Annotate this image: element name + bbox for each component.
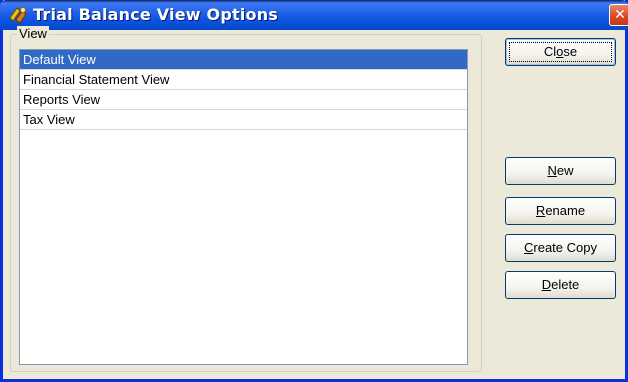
create-copy-button[interactable]: Create Copy <box>505 234 616 262</box>
delete-button[interactable]: Delete <box>505 271 616 299</box>
close-button-label: Close <box>543 44 578 59</box>
list-item-default-view[interactable]: Default View <box>20 50 467 70</box>
dialog-window: Trial Balance View Options ✕ View Defaul… <box>0 0 628 382</box>
delete-button-label: Delete <box>541 277 580 292</box>
list-item-financial-statement-view[interactable]: Financial Statement View <box>20 70 467 90</box>
new-button-label: New <box>547 163 574 178</box>
close-window-button[interactable]: ✕ <box>609 4 628 26</box>
close-icon: ✕ <box>614 7 626 23</box>
list-item-tax-view[interactable]: Tax View <box>20 110 467 130</box>
title-bar[interactable]: Trial Balance View Options ✕ <box>0 0 628 30</box>
window-title: Trial Balance View Options <box>33 5 279 24</box>
new-button[interactable]: New <box>505 157 616 185</box>
close-button[interactable]: Close <box>505 38 616 66</box>
trial-balance-app-icon <box>8 6 28 24</box>
rename-button-label: Rename <box>535 203 586 218</box>
create-copy-button-label: Create Copy <box>524 240 597 255</box>
list-item-reports-view[interactable]: Reports View <box>20 90 467 110</box>
rename-button[interactable]: Rename <box>505 197 616 225</box>
view-listbox[interactable]: Default View Financial Statement View Re… <box>19 49 468 365</box>
view-group-label: View <box>17 26 49 42</box>
